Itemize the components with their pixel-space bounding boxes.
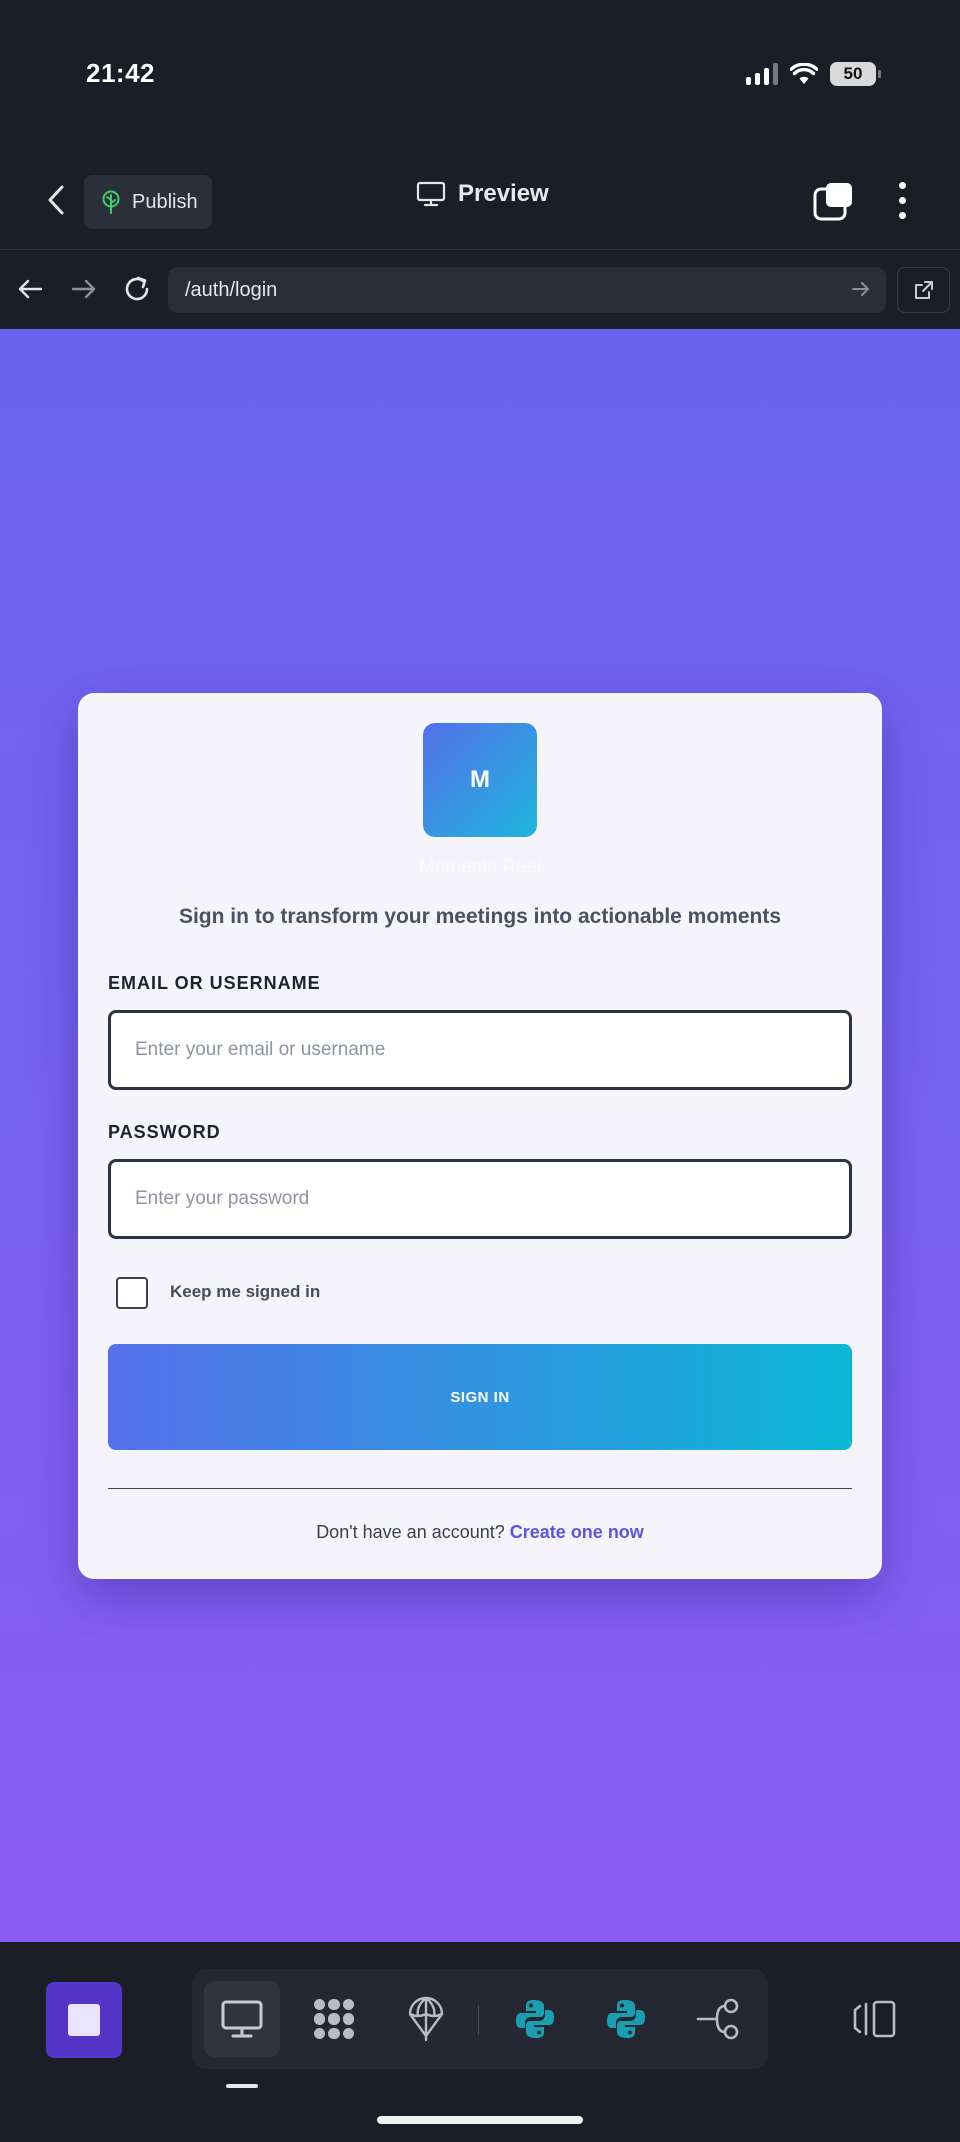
packages-icon — [314, 1999, 354, 2039]
home-indicator — [377, 2116, 583, 2124]
app-toolbar: Publish Preview — [0, 150, 960, 250]
signup-row: Don't have an account? Create one now — [78, 1522, 882, 1543]
chevron-left-icon — [48, 185, 64, 215]
layout-toggle-button[interactable] — [852, 1998, 898, 2040]
url-text: /auth/login — [185, 278, 278, 301]
status-time: 21:42 — [86, 58, 155, 88]
email-field[interactable] — [108, 1010, 852, 1090]
tool-group — [192, 1969, 768, 2069]
tool-separator — [478, 2005, 479, 2035]
tabs-icon — [813, 183, 852, 221]
create-account-link[interactable]: Create one now — [510, 1522, 644, 1542]
python-icon — [607, 2000, 645, 2038]
status-bar: 21:42 50 — [0, 0, 960, 150]
login-card: M Moments Reel Sign in to transform your… — [78, 693, 882, 1579]
tool-preview[interactable] — [204, 1981, 280, 2057]
bottom-bar — [0, 1942, 960, 2142]
arrow-left-icon — [18, 279, 43, 299]
signal-icon — [746, 63, 778, 85]
remember-me-label[interactable]: Keep me signed in — [170, 1282, 320, 1302]
publish-label: Publish — [132, 190, 198, 213]
remember-me-checkbox[interactable] — [116, 1277, 148, 1309]
preview-label: Preview — [458, 180, 549, 207]
tool-python-1[interactable] — [497, 1981, 573, 2057]
more-menu-button[interactable] — [884, 178, 920, 222]
nav-back-button[interactable] — [12, 271, 48, 307]
tree-icon — [102, 190, 120, 214]
status-icons: 50 — [746, 62, 881, 86]
preview-viewport: M Moments Reel Sign in to transform your… — [0, 329, 960, 1942]
arrow-right-icon — [71, 279, 96, 299]
brand-name: Moments Reel — [418, 857, 542, 878]
address-bar: /auth/login — [0, 251, 960, 329]
refresh-button[interactable] — [119, 271, 155, 307]
git-branch-icon — [696, 1998, 739, 2040]
monitor-icon — [221, 2000, 263, 2038]
monitor-icon — [416, 181, 446, 207]
go-arrow-icon[interactable] — [850, 278, 872, 300]
more-vertical-icon — [898, 181, 906, 189]
preview-tab[interactable]: Preview — [416, 180, 549, 208]
publish-button[interactable]: Publish — [84, 175, 212, 229]
tabs-button[interactable] — [812, 180, 856, 224]
battery-icon: 50 — [830, 62, 881, 86]
tool-git[interactable] — [680, 1981, 756, 2057]
tool-deploy[interactable] — [388, 1981, 464, 2057]
layout-toggle-icon — [853, 2000, 896, 2038]
wifi-icon — [790, 63, 818, 84]
logo-letter: M — [470, 766, 490, 793]
external-link-icon — [914, 281, 933, 299]
tool-python-2[interactable] — [588, 1981, 664, 2057]
stop-icon — [68, 2004, 100, 2036]
deploy-icon — [408, 1996, 444, 2042]
email-label: EMAIL OR USERNAME — [108, 973, 321, 993]
stop-button[interactable] — [46, 1982, 122, 2058]
divider — [108, 1488, 852, 1489]
password-field[interactable] — [108, 1159, 852, 1239]
open-external-button[interactable] — [897, 267, 950, 313]
url-input[interactable]: /auth/login — [168, 267, 886, 313]
refresh-icon — [125, 276, 149, 301]
active-tool-indicator — [226, 2084, 258, 2088]
tool-packages[interactable] — [296, 1981, 372, 2057]
password-label: PASSWORD — [108, 1122, 221, 1142]
tagline: Sign in to transform your meetings into … — [178, 905, 782, 928]
app-logo: M — [423, 723, 537, 837]
nav-forward-button[interactable] — [66, 271, 102, 307]
back-button[interactable] — [38, 182, 74, 218]
python-icon — [516, 2000, 554, 2038]
signup-prompt: Don't have an account? — [316, 1522, 505, 1542]
sign-in-button[interactable]: SIGN IN — [108, 1344, 852, 1450]
